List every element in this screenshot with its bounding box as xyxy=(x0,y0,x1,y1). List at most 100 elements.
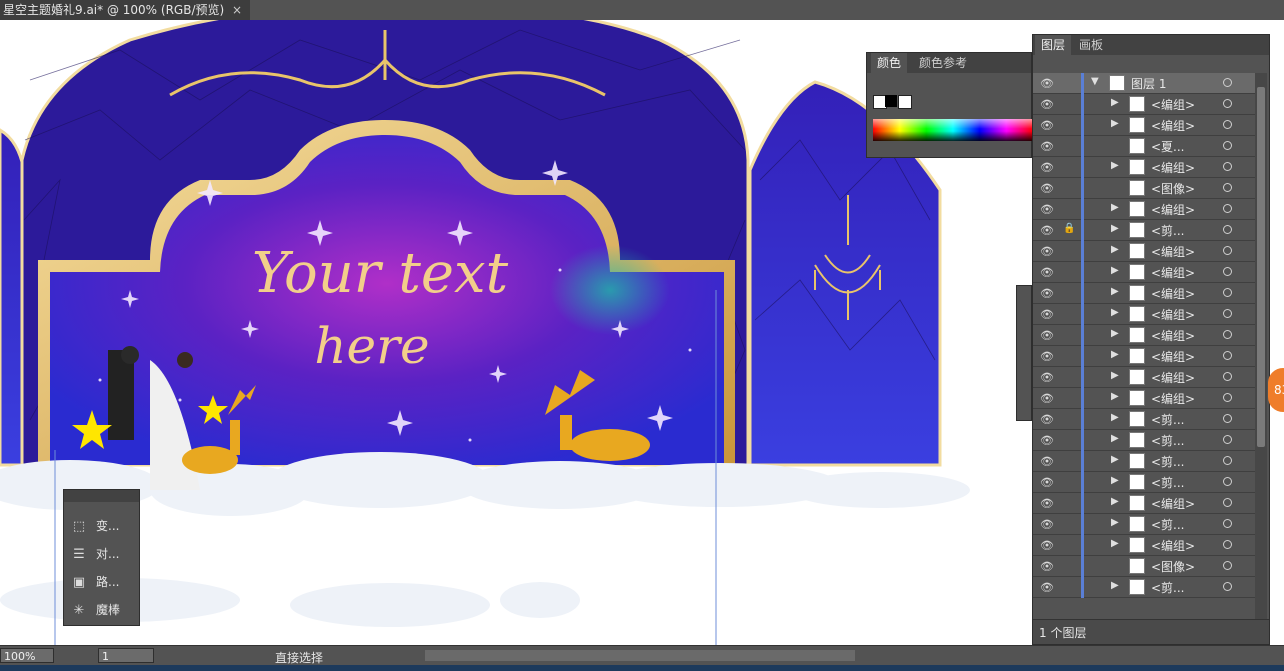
expand-triangle-icon[interactable]: ▶ xyxy=(1111,118,1119,129)
eye-icon[interactable]: 👁 xyxy=(1040,539,1054,552)
expand-triangle-icon[interactable]: ▶ xyxy=(1111,475,1119,486)
expand-triangle-icon[interactable]: ▶ xyxy=(1111,307,1119,318)
layer-name[interactable]: <剪... xyxy=(1151,432,1185,449)
expand-triangle-icon[interactable]: ▶ xyxy=(1111,223,1119,234)
black-swatch[interactable] xyxy=(885,95,897,107)
expand-triangle-icon[interactable]: ▶ xyxy=(1111,370,1119,381)
layer-row[interactable]: 👁 <图像> xyxy=(1033,556,1255,577)
eye-icon[interactable]: 👁 xyxy=(1040,455,1054,468)
close-tab-icon[interactable]: × xyxy=(232,0,242,20)
eye-icon[interactable]: 👁 xyxy=(1040,413,1054,426)
layer-row[interactable]: 👁 ▶ <剪... xyxy=(1033,409,1255,430)
layer-name[interactable]: <图像> xyxy=(1151,558,1195,575)
artboard-field[interactable]: 1 xyxy=(98,648,154,663)
expand-triangle-icon[interactable]: ▶ xyxy=(1111,496,1119,507)
tools-panel-header[interactable] xyxy=(64,490,139,502)
layer-row[interactable]: 👁 ▶ <编组> xyxy=(1033,262,1255,283)
target-icon[interactable] xyxy=(1223,162,1232,171)
target-icon[interactable] xyxy=(1223,519,1232,528)
layer-row[interactable]: 👁 ▶ <编组> xyxy=(1033,367,1255,388)
layer-row[interactable]: 👁 ▶ <编组> xyxy=(1033,493,1255,514)
target-icon[interactable] xyxy=(1223,288,1232,297)
layer-name[interactable]: <编组> xyxy=(1151,537,1195,554)
target-icon[interactable] xyxy=(1223,267,1232,276)
tab-color[interactable]: 颜色 xyxy=(871,53,908,73)
scroll-thumb[interactable] xyxy=(1257,87,1265,447)
layer-row[interactable]: 👁 ▶ <剪... xyxy=(1033,472,1255,493)
pathfinder-tool[interactable]: ▣ 路... xyxy=(72,570,138,594)
eye-icon[interactable]: 👁 xyxy=(1040,392,1054,405)
eye-icon[interactable]: 👁 xyxy=(1040,518,1054,531)
collapsed-panel-dock[interactable] xyxy=(1016,285,1032,421)
target-icon[interactable] xyxy=(1223,309,1232,318)
eye-icon[interactable]: 👁 xyxy=(1040,497,1054,510)
layer-row[interactable]: 👁 ▶ <编组> xyxy=(1033,115,1255,136)
side-badge[interactable]: 83 xyxy=(1268,368,1284,412)
expand-triangle-icon[interactable]: ▶ xyxy=(1111,265,1119,276)
layer-name[interactable]: <剪... xyxy=(1151,579,1185,596)
target-icon[interactable] xyxy=(1223,141,1232,150)
eye-icon[interactable]: 👁 xyxy=(1040,350,1054,363)
layer-name[interactable]: <编组> xyxy=(1151,159,1195,176)
target-icon[interactable] xyxy=(1223,183,1232,192)
target-icon[interactable] xyxy=(1223,78,1232,87)
eye-icon[interactable]: 👁 xyxy=(1040,182,1054,195)
expand-triangle-icon[interactable]: ▼ xyxy=(1091,76,1099,87)
target-icon[interactable] xyxy=(1223,456,1232,465)
target-icon[interactable] xyxy=(1223,414,1232,423)
target-icon[interactable] xyxy=(1223,246,1232,255)
layer-name[interactable]: <剪... xyxy=(1151,516,1185,533)
layer-name[interactable]: 图层 1 xyxy=(1131,75,1166,92)
layer-name[interactable]: <剪... xyxy=(1151,474,1185,491)
document-tab[interactable]: 星空主题婚礼9.ai* @ 100% (RGB/预览) × xyxy=(0,0,250,20)
align-tool[interactable]: ☰ 对... xyxy=(72,542,138,566)
expand-triangle-icon[interactable]: ▶ xyxy=(1111,160,1119,171)
layer-name[interactable]: <图像> xyxy=(1151,180,1195,197)
expand-triangle-icon[interactable]: ▶ xyxy=(1111,454,1119,465)
layer-row[interactable]: 👁 ▶ <编组> xyxy=(1033,157,1255,178)
transform-tool[interactable]: ⬚ 变... xyxy=(72,514,138,538)
layer-row[interactable]: 👁 ▶ <编组> xyxy=(1033,241,1255,262)
layer-name[interactable]: <编组> xyxy=(1151,327,1195,344)
target-icon[interactable] xyxy=(1223,204,1232,213)
headline-line-2[interactable]: here xyxy=(314,317,429,375)
expand-triangle-icon[interactable]: ▶ xyxy=(1111,97,1119,108)
horizontal-scrollbar[interactable] xyxy=(425,650,855,661)
eye-icon[interactable]: 👁 xyxy=(1040,245,1054,258)
target-icon[interactable] xyxy=(1223,225,1232,234)
target-icon[interactable] xyxy=(1223,351,1232,360)
target-icon[interactable] xyxy=(1223,330,1232,339)
layer-name[interactable]: <编组> xyxy=(1151,264,1195,281)
eye-icon[interactable]: 👁 xyxy=(1040,266,1054,279)
expand-triangle-icon[interactable]: ▶ xyxy=(1111,328,1119,339)
eye-icon[interactable]: 👁 xyxy=(1040,203,1054,216)
layer-row[interactable]: 👁 ▶ <剪... xyxy=(1033,514,1255,535)
layers-scrollbar[interactable] xyxy=(1255,73,1267,621)
expand-triangle-icon[interactable]: ▶ xyxy=(1111,433,1119,444)
eye-icon[interactable]: 👁 xyxy=(1040,581,1054,594)
expand-triangle-icon[interactable]: ▶ xyxy=(1111,412,1119,423)
layer-name[interactable]: <编组> xyxy=(1151,201,1195,218)
target-icon[interactable] xyxy=(1223,540,1232,549)
tab-artboards[interactable]: 画板 xyxy=(1073,35,1109,55)
target-icon[interactable] xyxy=(1223,435,1232,444)
target-icon[interactable] xyxy=(1223,477,1232,486)
expand-triangle-icon[interactable]: ▶ xyxy=(1111,244,1119,255)
zoom-field[interactable]: 100% xyxy=(0,648,54,663)
eye-icon[interactable]: 👁 xyxy=(1040,308,1054,321)
expand-triangle-icon[interactable]: ▶ xyxy=(1111,580,1119,591)
expand-triangle-icon[interactable]: ▶ xyxy=(1111,286,1119,297)
expand-triangle-icon[interactable]: ▶ xyxy=(1111,517,1119,528)
magic-wand-tool[interactable]: ✳ 魔棒 xyxy=(72,598,138,622)
layer-name[interactable]: <编组> xyxy=(1151,243,1195,260)
eye-icon[interactable]: 👁 xyxy=(1040,140,1054,153)
layer-row[interactable]: 👁 ▶ <编组> xyxy=(1033,346,1255,367)
tab-layers[interactable]: 图层 xyxy=(1035,35,1072,55)
expand-triangle-icon[interactable]: ▶ xyxy=(1111,391,1119,402)
layer-row[interactable]: 👁 ▶ <剪... xyxy=(1033,577,1255,598)
layer-name[interactable]: <剪... xyxy=(1151,453,1185,470)
eye-icon[interactable]: 👁 xyxy=(1040,560,1054,573)
eye-icon[interactable]: 👁 xyxy=(1040,434,1054,447)
target-icon[interactable] xyxy=(1223,120,1232,129)
eye-icon[interactable]: 👁 xyxy=(1040,161,1054,174)
